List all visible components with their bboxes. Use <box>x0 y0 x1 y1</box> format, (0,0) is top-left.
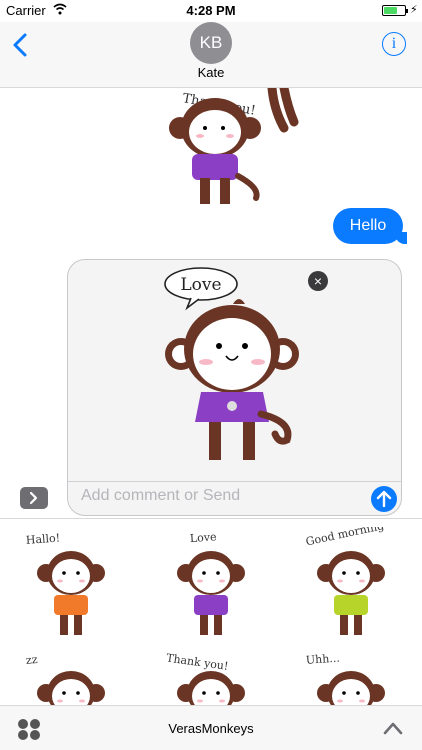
remove-sticker-button[interactable]: × <box>308 271 328 291</box>
sticker-grid-caption: Uhh... <box>305 651 340 666</box>
sticker-grid-item[interactable]: zz <box>8 647 134 705</box>
sticker-message[interactable]: Thank you! <box>160 88 330 210</box>
status-bar: Carrier 4:28 PM ⚡ <box>0 0 422 22</box>
sticker-grid-caption: Thank you! <box>165 651 229 673</box>
message-thread: Thank you! Hello <box>0 88 422 258</box>
clock: 4:28 PM <box>186 3 236 18</box>
message-input[interactable]: Add comment or Send <box>81 487 240 505</box>
sticker-grid-caption: zz <box>25 653 38 667</box>
sticker-preview-caption: Love <box>180 275 221 295</box>
sticker-preview: Love <box>164 267 299 460</box>
conversation-header: KB Kate i <box>0 22 422 88</box>
info-icon[interactable]: i <box>382 32 406 56</box>
arrow-up-icon <box>376 490 392 508</box>
sticker-grid-item[interactable]: Uhh... <box>288 647 414 705</box>
sticker-grid-item[interactable]: Hallo! <box>8 527 134 643</box>
sticker-picker: Hallo! Love Good morning zz Thank you! Uhh... <box>0 518 422 705</box>
send-button[interactable] <box>371 486 397 512</box>
sticker-grid-item[interactable]: Thank you! <box>148 647 274 705</box>
chevron-right-icon <box>29 491 38 505</box>
compose-divider <box>68 481 401 482</box>
chevron-up-icon[interactable] <box>382 720 404 736</box>
compose-box: Love × Add comment or Send <box>67 259 402 516</box>
sticker-grid-caption: Good morning <box>305 527 386 548</box>
app-name: VerasMonkeys <box>168 721 254 736</box>
sticker-grid-caption: Love <box>189 530 216 545</box>
app-drawer-bar: VerasMonkeys <box>0 705 422 750</box>
sticker-grid-caption: Hallo! <box>25 531 60 546</box>
expand-apps-button[interactable] <box>20 487 48 509</box>
contact-name[interactable]: Kate <box>0 65 422 80</box>
sticker-grid-item[interactable]: Love <box>148 527 274 643</box>
contact-avatar[interactable]: KB <box>190 22 232 64</box>
back-chevron-icon[interactable] <box>10 32 30 58</box>
battery-icon <box>382 5 408 16</box>
charging-icon: ⚡ <box>410 4 418 16</box>
sticker-grid-item[interactable]: Good morning <box>288 527 414 643</box>
sent-message-bubble[interactable]: Hello <box>333 208 407 244</box>
